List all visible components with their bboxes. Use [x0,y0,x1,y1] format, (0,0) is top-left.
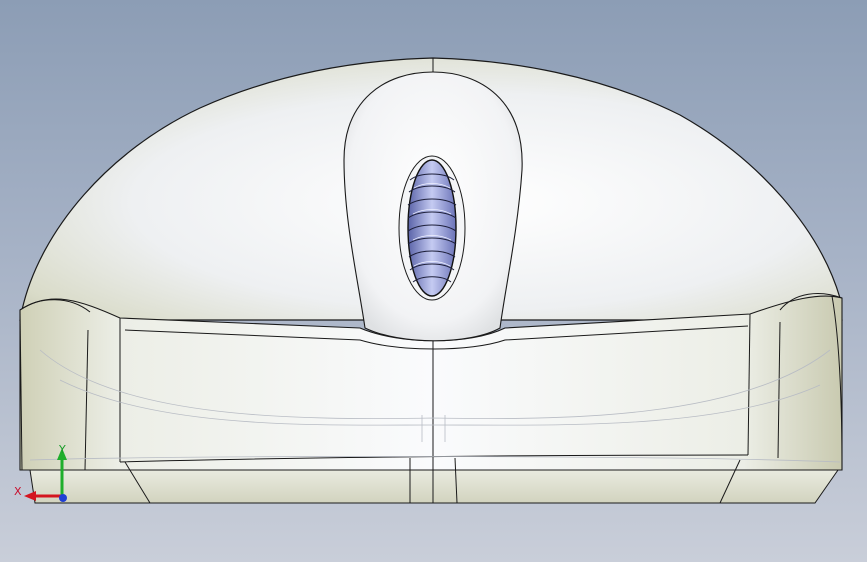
cad-viewport[interactable]: Y X [0,0,867,562]
base-lip [29,469,839,504]
z-axis-dot [59,494,67,502]
triad-icon [24,448,67,502]
y-axis-label: Y [59,443,66,456]
scroll-wheel[interactable] [407,159,457,297]
x-axis-label: X [14,485,22,498]
mouse-model[interactable] [0,0,867,562]
axis-triad: Y X [14,440,84,510]
